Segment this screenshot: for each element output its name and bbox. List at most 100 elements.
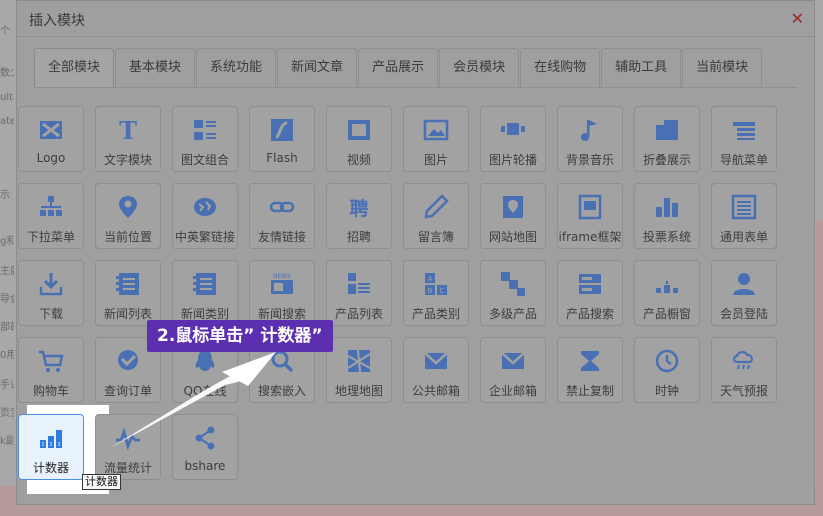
module-label: Logo (36, 151, 66, 165)
counter-icon: 123 (19, 423, 83, 453)
module-tile[interactable]: 禁止复制 (557, 337, 623, 403)
module-tile[interactable]: Logo (18, 106, 84, 172)
product-list-icon (327, 269, 391, 299)
module-tile[interactable]: 留言簿 (403, 183, 469, 249)
module-tile[interactable]: 图片轮播 (480, 106, 546, 172)
dialog-header: 插入模块 ✕ (17, 1, 814, 37)
module-tile[interactable]: 图片 (403, 106, 469, 172)
sitemap-icon (481, 192, 545, 222)
module-tile[interactable]: 下载 (18, 260, 84, 326)
tab-2[interactable]: 基本模块 (115, 48, 196, 88)
tab-divider (34, 87, 797, 88)
module-tile[interactable]: bshare (172, 414, 238, 480)
tab-6[interactable]: 会员模块 (439, 48, 520, 88)
module-label: 产品搜索 (565, 307, 614, 321)
module-tile[interactable]: 产品搜索 (557, 260, 623, 326)
news-search-icon: NEWS (250, 269, 314, 299)
module-tile[interactable]: 通用表单 (711, 183, 777, 249)
svg-text:聘: 聘 (349, 197, 368, 220)
tab-8[interactable]: 辅助工具 (601, 48, 682, 88)
module-tile[interactable]: 企业邮箱 (480, 337, 546, 403)
module-tile[interactable]: 背景音乐 (557, 106, 623, 172)
background-side-strip (815, 220, 823, 490)
iframe-icon (558, 192, 622, 222)
module-tile[interactable]: 产品橱窗 (634, 260, 700, 326)
module-tile[interactable]: 当前位置 (95, 183, 161, 249)
member-login-icon (712, 269, 776, 299)
module-label: 视频 (346, 153, 371, 167)
svg-text:B: B (428, 287, 433, 295)
module-tile[interactable]: 导航菜单 (711, 106, 777, 172)
module-label: 招聘 (346, 230, 371, 244)
module-label: 投票系统 (642, 230, 691, 244)
module-label: 企业邮箱 (488, 384, 537, 398)
module-tile[interactable]: 时钟 (634, 337, 700, 403)
module-tile[interactable]: 流量统计 (95, 414, 161, 480)
music-icon (558, 115, 622, 145)
module-tile[interactable]: 多级产品 (480, 260, 546, 326)
module-label: 折叠展示 (642, 153, 691, 167)
module-tile[interactable]: 新闻列表 (95, 260, 161, 326)
module-label: 文字模块 (103, 153, 152, 167)
module-label: bshare (184, 459, 226, 473)
news-category-icon (173, 269, 237, 299)
tab-1[interactable]: 全部模块 (34, 48, 115, 88)
module-label: 产品类别 (411, 307, 460, 321)
svg-text:NEWS: NEWS (273, 273, 291, 280)
cart-icon (19, 346, 83, 376)
module-tile[interactable]: 聘招聘 (326, 183, 392, 249)
module-tile[interactable]: 会员登陆 (711, 260, 777, 326)
module-label: QQ在线 (183, 384, 227, 398)
guestbook-icon (404, 192, 468, 222)
module-tile[interactable]: 购物车 (18, 337, 84, 403)
weather-icon (712, 346, 776, 376)
module-tile[interactable]: 1 2 3 计数器 (18, 414, 84, 480)
module-tile[interactable]: 网站地图 (480, 183, 546, 249)
tab-3[interactable]: 系统功能 (196, 48, 277, 88)
module-label: 友情链接 (257, 230, 306, 244)
module-tile[interactable]: 新闻类别 (172, 260, 238, 326)
module-tile[interactable]: Flash (249, 106, 315, 172)
news-list-icon (96, 269, 160, 299)
download-icon (19, 269, 83, 299)
module-label: 购物车 (32, 384, 69, 398)
module-tile[interactable]: 图文组合 (172, 106, 238, 172)
module-tile[interactable]: A B C 产品类别 (403, 260, 469, 326)
module-label: Flash (266, 151, 298, 165)
background-text-fragment: ult (0, 92, 14, 103)
module-tabs: 全部模块 基本模块 系统功能 新闻文章 产品展示 会员模块 在线购物 辅助工具 当前模块 (34, 48, 763, 88)
module-tile[interactable]: 投票系统 (634, 183, 700, 249)
svg-text:1: 1 (41, 442, 44, 448)
map-icon (327, 346, 391, 376)
recruit-icon: 聘 (327, 192, 391, 222)
close-icon[interactable]: ✕ (791, 9, 804, 28)
module-label: 导航菜单 (719, 153, 768, 167)
tab-7[interactable]: 在线购物 (520, 48, 601, 88)
module-tile[interactable]: 下拉菜单 (18, 183, 84, 249)
product-showcase-icon (635, 269, 699, 299)
module-tile[interactable]: 公共邮箱 (403, 337, 469, 403)
background-text-fragment: k副 (0, 436, 14, 447)
module-tile[interactable]: 地理地图 (326, 337, 392, 403)
module-tile[interactable]: 中英繁链接 (172, 183, 238, 249)
module-tile[interactable]: 产品列表 (326, 260, 392, 326)
module-tile[interactable]: 折叠展示 (634, 106, 700, 172)
tab-9[interactable]: 当前模块 (682, 48, 763, 88)
module-tile[interactable]: 友情链接 (249, 183, 315, 249)
module-tile[interactable]: NEWS 新闻搜索 (249, 260, 315, 326)
form-icon (712, 192, 776, 222)
module-label: 中英繁链接 (174, 230, 235, 244)
background-text-fragment: 主展 (0, 266, 14, 277)
module-label: 时钟 (654, 384, 679, 398)
svg-text:2: 2 (49, 442, 52, 448)
background-text-fragment: 0用 (0, 350, 14, 361)
tab-4[interactable]: 新闻文章 (277, 48, 358, 88)
module-tile[interactable]: T 文字模块 (95, 106, 161, 172)
module-tile[interactable]: 视频 (326, 106, 392, 172)
module-label: 图文组合 (180, 153, 229, 167)
module-tile[interactable]: 天气预报 (711, 337, 777, 403)
logo-icon (19, 115, 83, 145)
module-label: 计数器 (32, 461, 69, 475)
tab-5[interactable]: 产品展示 (358, 48, 439, 88)
module-tile[interactable]: iframe框架 (557, 183, 623, 249)
